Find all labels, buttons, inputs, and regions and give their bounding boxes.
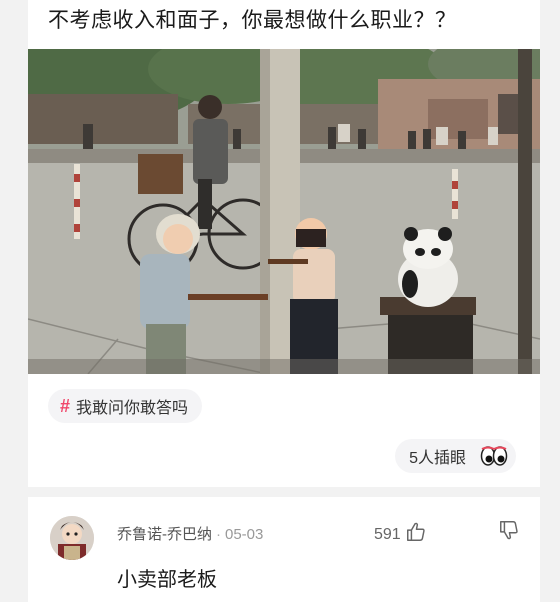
comment-meta: 乔鲁诺-乔巴纳 · 05-03 bbox=[117, 523, 263, 544]
topic-tag-label: 我敢问你敢答吗 bbox=[76, 400, 189, 417]
topic-tag[interactable]: # 我敢问你敢答吗 bbox=[48, 389, 203, 423]
like-button[interactable]: 591 bbox=[374, 521, 427, 548]
post-title: 不考虑收入和面子，你最想做什么职业？？ bbox=[48, 9, 457, 32]
thumbs-up-icon bbox=[405, 521, 427, 548]
comment-date: 05-03 bbox=[225, 526, 264, 543]
dislike-button[interactable] bbox=[498, 519, 520, 546]
like-count: 591 bbox=[374, 525, 401, 543]
eyes-icon bbox=[480, 445, 508, 467]
comment-text: 小卖部老板 bbox=[117, 569, 217, 591]
comment-item: 乔鲁诺-乔巴纳 · 05-03 591 小卖部老板 bbox=[28, 497, 540, 602]
post-photo[interactable] bbox=[28, 49, 540, 374]
username[interactable]: 乔鲁诺-乔巴纳 bbox=[117, 526, 212, 543]
meta-separator: · bbox=[216, 526, 221, 543]
photo-illustration bbox=[28, 49, 540, 374]
hashtag-icon: # bbox=[60, 396, 71, 416]
post-card: 不考虑收入和面子，你最想做什么职业？？ # 我敢问你敢答吗 5人插眼 bbox=[28, 0, 540, 487]
eye-counter-button[interactable]: 5人插眼 bbox=[395, 439, 516, 473]
avatar[interactable] bbox=[50, 516, 94, 560]
eye-counter-label: 5人插眼 bbox=[409, 450, 466, 467]
thumbs-down-icon bbox=[498, 521, 520, 545]
